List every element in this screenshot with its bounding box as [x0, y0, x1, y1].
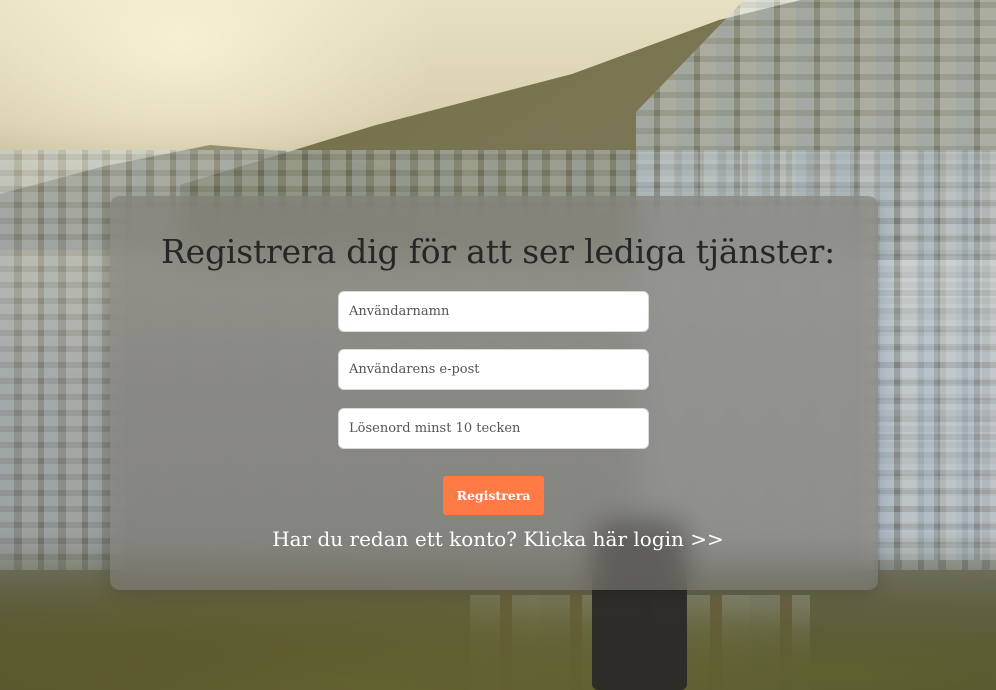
- registration-title: Registrera dig för att ser lediga tjänst…: [160, 232, 836, 271]
- password-input[interactable]: [338, 408, 649, 449]
- username-input[interactable]: [338, 291, 649, 332]
- register-button[interactable]: Registrera: [443, 476, 544, 515]
- login-link[interactable]: Har du redan ett konto? Klicka här login…: [0, 527, 996, 551]
- email-input[interactable]: [338, 349, 649, 390]
